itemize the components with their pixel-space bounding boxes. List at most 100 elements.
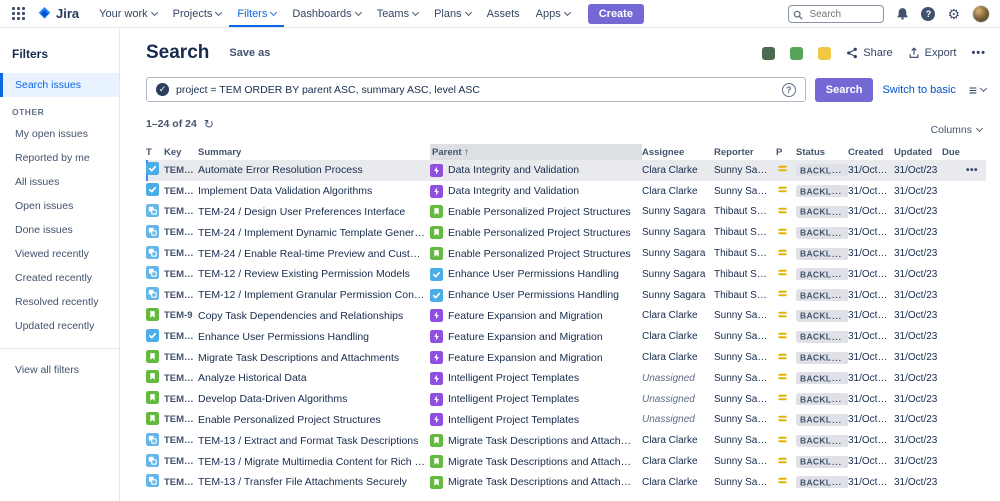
issue-summary[interactable]: Implement Data Validation Algorithms — [198, 185, 430, 197]
column-header-created[interactable]: Created — [848, 147, 894, 158]
jql-search-button[interactable]: Search — [815, 78, 874, 102]
issue-summary[interactable]: Automate Error Resolution Process — [198, 164, 430, 176]
issue-summary[interactable]: Enable Personalized Project Structures — [198, 414, 430, 426]
parent-link[interactable]: Migrate Task Descriptions and Attachment… — [430, 434, 642, 447]
parent-link[interactable]: Intelligent Project Templates — [430, 413, 642, 426]
issue-row[interactable]: TEM-28TEM-12 / Review Existing Permissio… — [146, 264, 986, 285]
sidebar-item-all-issues[interactable]: All issues — [0, 170, 119, 194]
column-header-p[interactable]: P — [776, 147, 796, 158]
issue-row[interactable]: TEM-9Copy Task Dependencies and Relation… — [146, 306, 986, 327]
sidebar-item-reported-by-me[interactable]: Reported by me — [0, 146, 119, 170]
issue-row[interactable]: TEM-29TEM-12 / Implement Granular Permis… — [146, 285, 986, 306]
column-header-t[interactable]: T — [146, 147, 164, 158]
issue-row[interactable]: TEM-12Enhance User Permissions HandlingF… — [146, 326, 986, 347]
issue-summary[interactable]: Analyze Historical Data — [198, 372, 430, 384]
sidebar-item-updated-recently[interactable]: Updated recently — [0, 314, 119, 338]
issue-summary[interactable]: Enhance User Permissions Handling — [198, 331, 430, 343]
create-button[interactable]: Create — [588, 4, 644, 24]
settings-gear-icon[interactable]: ⚙ — [947, 7, 960, 21]
sidebar-item-search-issues[interactable]: Search issues — [0, 73, 119, 97]
issue-key[interactable]: TEM-10 — [164, 165, 198, 176]
sidebar-item-view-all-filters[interactable]: View all filters — [0, 358, 119, 382]
app-switcher-icon[interactable] — [8, 7, 29, 20]
column-header-key[interactable]: Key — [164, 147, 198, 158]
jql-options-menu[interactable]: ≡ — [969, 82, 986, 98]
column-header-status[interactable]: Status — [796, 147, 848, 158]
jira-logo[interactable]: Jira — [31, 6, 89, 21]
issue-summary[interactable]: TEM-13 / Extract and Format Task Descrip… — [198, 435, 430, 447]
issue-row[interactable]: TEM-11Implement Data Validation Algorith… — [146, 181, 986, 202]
issue-key[interactable]: TEM-11 — [164, 186, 198, 197]
nav-item-dashboards[interactable]: Dashboards — [284, 1, 368, 27]
column-header-reporter[interactable]: Reporter — [714, 147, 776, 158]
parent-link[interactable]: Feature Expansion and Migration — [430, 330, 642, 343]
nav-item-plans[interactable]: Plans — [426, 1, 479, 27]
issue-summary[interactable]: TEM-13 / Migrate Multimedia Content for … — [198, 456, 430, 468]
issue-summary[interactable]: TEM-24 / Design User Preferences Interfa… — [198, 206, 430, 218]
column-header-due[interactable]: Due — [942, 147, 966, 158]
sidebar-item-my-open-issues[interactable]: My open issues — [0, 122, 119, 146]
issue-summary[interactable]: Migrate Task Descriptions and Attachment… — [198, 352, 430, 364]
sidebar-item-resolved-recently[interactable]: Resolved recently — [0, 290, 119, 314]
parent-link[interactable]: Migrate Task Descriptions and Attachment… — [430, 476, 642, 489]
row-actions-button[interactable]: ••• — [966, 165, 978, 176]
addon-icon-3[interactable] — [818, 47, 831, 60]
parent-link[interactable]: Feature Expansion and Migration — [430, 309, 642, 322]
help-icon[interactable]: ? — [921, 7, 935, 21]
parent-link[interactable]: Enhance User Permissions Handling — [430, 268, 642, 281]
parent-link[interactable]: Data Integrity and Validation — [430, 185, 642, 198]
parent-link[interactable]: Migrate Task Descriptions and Attachment… — [430, 455, 642, 468]
nav-item-projects[interactable]: Projects — [165, 1, 230, 27]
addon-icon-2[interactable] — [790, 47, 803, 60]
issue-row[interactable]: TEM-15TEM-13 / Migrate Multimedia Conten… — [146, 451, 986, 472]
column-header-updated[interactable]: Updated — [894, 147, 942, 158]
issue-summary[interactable]: TEM-24 / Implement Dynamic Template Gene… — [198, 227, 430, 239]
issue-row[interactable]: TEM-16TEM-13 / Transfer File Attachments… — [146, 472, 986, 493]
issue-key[interactable]: TEM-13 — [164, 352, 198, 363]
parent-link[interactable]: Feature Expansion and Migration — [430, 351, 642, 364]
issue-key[interactable]: TEM-28 — [164, 269, 198, 280]
parent-link[interactable]: Data Integrity and Validation — [430, 164, 642, 177]
issue-row[interactable]: TEM-27TEM-24 / Enable Real-time Preview … — [146, 243, 986, 264]
issue-key[interactable]: TEM-16 — [164, 477, 198, 488]
refresh-icon[interactable]: ↻ — [204, 117, 214, 131]
parent-link[interactable]: Enable Personalized Project Structures — [430, 247, 642, 260]
issue-key[interactable]: TEM-12 — [164, 331, 198, 342]
issue-summary[interactable]: TEM-12 / Review Existing Permission Mode… — [198, 268, 430, 280]
issue-key[interactable]: TEM-27 — [164, 248, 198, 259]
switch-to-basic-link[interactable]: Switch to basic — [882, 84, 955, 96]
nav-item-assets[interactable]: Assets — [479, 1, 528, 27]
issue-row[interactable]: TEM-13Migrate Task Descriptions and Atta… — [146, 347, 986, 368]
parent-link[interactable]: Enhance User Permissions Handling — [430, 289, 642, 302]
issue-summary[interactable]: TEM-12 / Implement Granular Permission C… — [198, 289, 430, 301]
issue-key[interactable]: TEM-26 — [164, 227, 198, 238]
user-avatar[interactable] — [972, 5, 990, 23]
sidebar-item-viewed-recently[interactable]: Viewed recently — [0, 242, 119, 266]
column-header-assignee[interactable]: Assignee — [642, 147, 714, 158]
nav-item-apps[interactable]: Apps — [528, 1, 578, 27]
export-button[interactable]: Export — [908, 47, 957, 59]
column-header-summary[interactable]: Summary — [198, 147, 430, 158]
parent-link[interactable]: Enable Personalized Project Structures — [430, 226, 642, 239]
issue-row[interactable]: TEM-24Enable Personalized Project Struct… — [146, 410, 986, 431]
issue-summary[interactable]: TEM-24 / Enable Real-time Preview and Cu… — [198, 248, 430, 260]
issue-key[interactable]: TEM-9 — [164, 310, 198, 321]
addon-icon-1[interactable] — [762, 47, 775, 60]
issue-row[interactable]: TEM-25TEM-24 / Design User Preferences I… — [146, 202, 986, 223]
columns-button[interactable]: Columns — [927, 121, 986, 139]
issue-row[interactable]: TEM-10Automate Error Resolution ProcessD… — [146, 160, 986, 181]
issue-summary[interactable]: TEM-13 / Transfer File Attachments Secur… — [198, 476, 430, 488]
column-header-parent[interactable]: Parent ↑ — [430, 144, 642, 160]
issue-row[interactable]: TEM-14TEM-13 / Extract and Format Task D… — [146, 430, 986, 451]
issue-key[interactable]: TEM-15 — [164, 456, 198, 467]
jql-help-icon[interactable]: ? — [782, 83, 796, 97]
parent-link[interactable]: Intelligent Project Templates — [430, 393, 642, 406]
nav-item-your-work[interactable]: Your work — [91, 1, 165, 27]
issue-row[interactable]: TEM-26TEM-24 / Implement Dynamic Templat… — [146, 222, 986, 243]
issue-summary[interactable]: Develop Data-Driven Algorithms — [198, 393, 430, 405]
issue-row[interactable]: TEM-23Develop Data-Driven AlgorithmsInte… — [146, 389, 986, 410]
issue-key[interactable]: TEM-23 — [164, 394, 198, 405]
share-button[interactable]: Share — [846, 47, 892, 59]
nav-item-teams[interactable]: Teams — [369, 1, 426, 27]
issue-key[interactable]: TEM-29 — [164, 290, 198, 301]
